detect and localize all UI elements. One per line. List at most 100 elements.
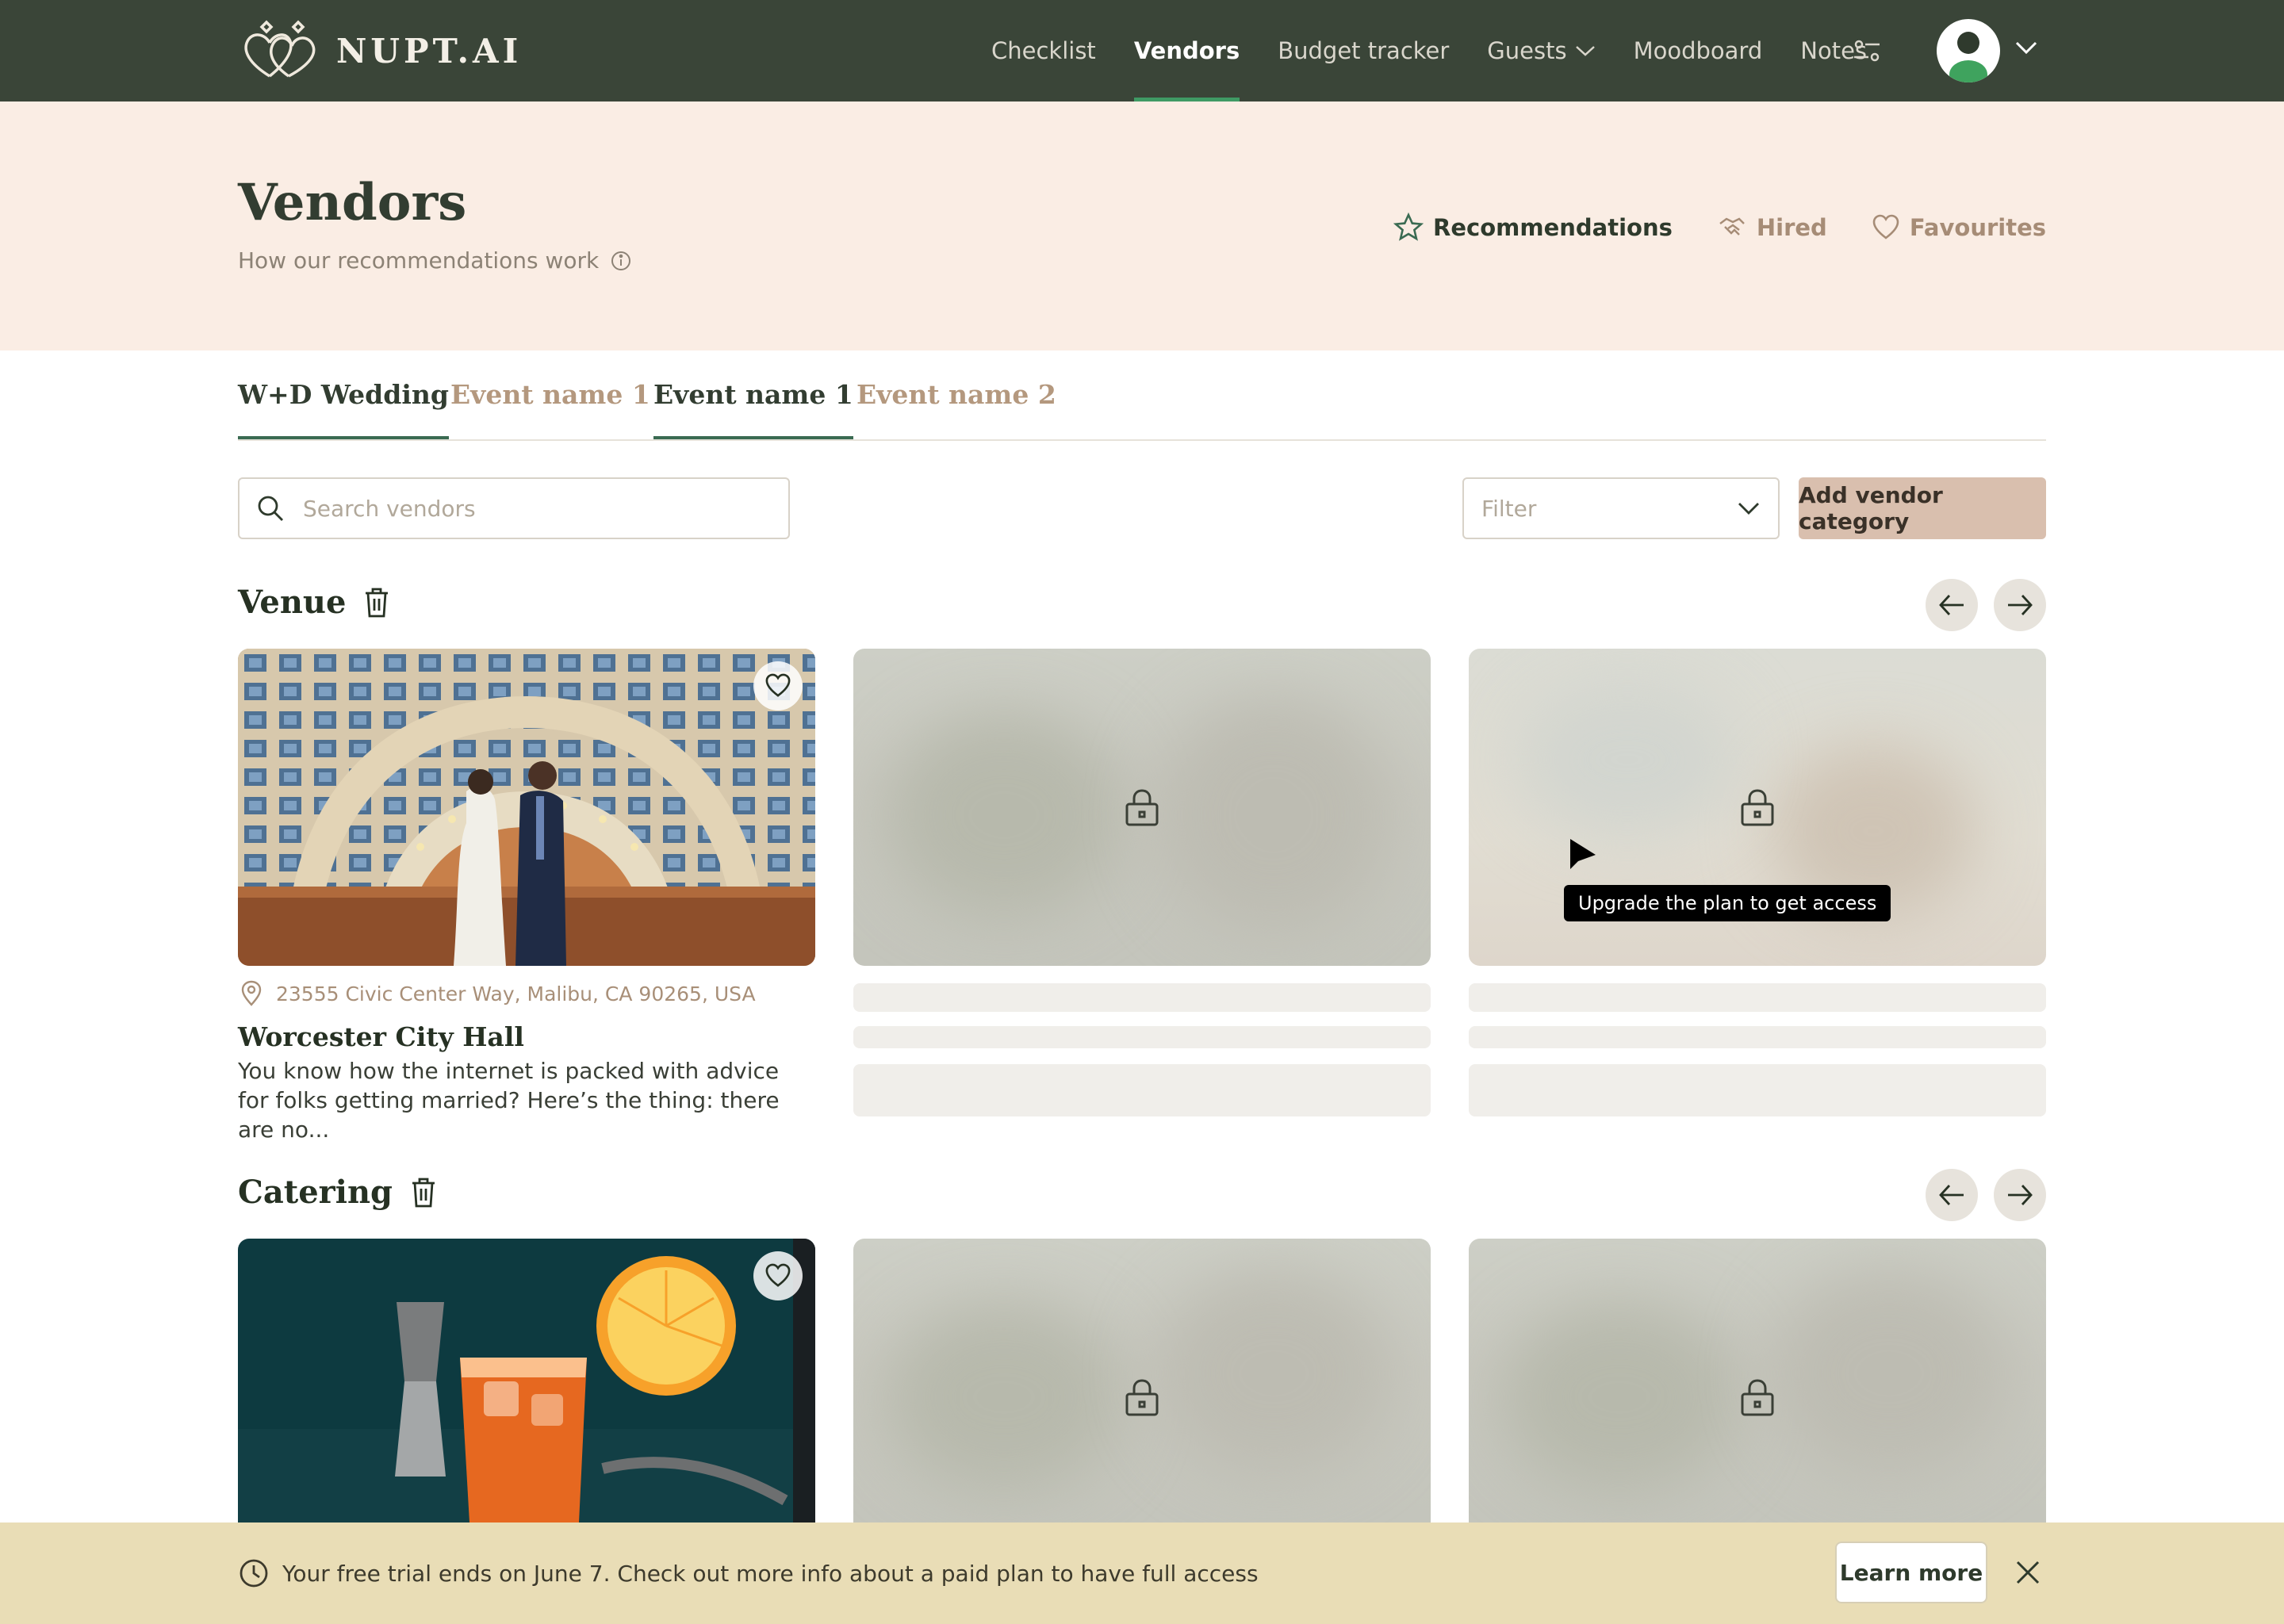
page-header: Vendors How our recommendations work Rec… [0, 102, 2284, 350]
skeleton-line [853, 983, 1431, 1012]
learn-more-button[interactable]: Learn more [1835, 1542, 1987, 1603]
hired-link[interactable]: Hired [1717, 213, 1827, 243]
address-text: 23555 Civic Center Way, Malibu, CA 90265… [276, 982, 756, 1005]
tab-wd-wedding[interactable]: W+D Wedding [238, 379, 449, 439]
banner-message: Your free trial ends on June 7. Check ou… [238, 1557, 1259, 1589]
vendor-description: You know how the internet is packed with… [238, 1058, 780, 1143]
arrow-left-icon [1939, 595, 1964, 615]
recommendations-info-link[interactable]: How our recommendations work [238, 247, 632, 274]
link-label: Hired [1756, 214, 1827, 241]
favourites-link[interactable]: Favourites [1872, 213, 2046, 243]
blurred-photo-shape [885, 712, 1123, 918]
chevron-down-icon [1575, 46, 1595, 56]
chevron-down-icon [1738, 503, 1759, 515]
skeleton-line [1469, 983, 2046, 1012]
vendor-card-image[interactable] [238, 1239, 815, 1522]
blurred-photo-shape [885, 1302, 1123, 1492]
section-title-text: Catering [238, 1174, 393, 1211]
arrow-left-icon [1939, 1185, 1964, 1205]
lock-icon [1741, 789, 1774, 826]
banner-text: Your free trial ends on June 7. Check ou… [282, 1560, 1259, 1587]
arrow-right-icon [2008, 1185, 2033, 1205]
heart-icon [765, 1263, 791, 1287]
skeleton-line [853, 1026, 1431, 1048]
handshake-icon [1719, 217, 1745, 236]
page-title: Vendors [238, 173, 467, 232]
blurred-photo-shape [1516, 680, 1738, 839]
user-avatar[interactable] [1937, 19, 2000, 82]
event-tabs: W+D Wedding Event name 1 Event name 1 Ev… [238, 350, 2046, 441]
heart-icon [1872, 214, 1899, 239]
lock-icon [1125, 1379, 1159, 1416]
section-title-text: Venue [238, 584, 347, 621]
search-box [238, 477, 790, 539]
subtitle-text: How our recommendations work [238, 247, 600, 274]
tab-event-name-1-selected[interactable]: Event name 1 [653, 379, 853, 439]
upgrade-tooltip: Upgrade the plan to get access [1564, 885, 1891, 921]
free-trial-banner: Your free trial ends on June 7. Check ou… [0, 1522, 2284, 1624]
star-icon [1393, 213, 1424, 241]
catering-next-button[interactable] [1994, 1169, 2046, 1221]
recommendations-link[interactable]: Recommendations [1393, 213, 1673, 243]
tab-event-name-1[interactable]: Event name 1 [450, 379, 650, 439]
blurred-photo-shape [1155, 1270, 1393, 1477]
top-navigation-bar: NUPT.AI Checklist Vendors Budget tracker… [0, 0, 2284, 102]
trash-icon[interactable] [410, 1177, 437, 1208]
filter-select[interactable]: Filter [1462, 477, 1780, 539]
nav-label: Guests [1487, 37, 1567, 64]
close-icon[interactable] [2013, 1557, 2043, 1588]
city-hall-photo [238, 649, 815, 966]
add-vendor-category-button[interactable]: Add vendor category [1799, 477, 2046, 539]
vendor-name[interactable]: Worcester City Hall [238, 1021, 524, 1052]
link-label: Recommendations [1433, 214, 1673, 241]
nav-item-vendors[interactable]: Vendors [1133, 0, 1240, 102]
filter-placeholder: Filter [1481, 495, 1537, 522]
nav-item-checklist[interactable]: Checklist [991, 0, 1096, 102]
app-logo[interactable]: NUPT.AI [238, 17, 522, 84]
venue-next-button[interactable] [1994, 579, 2046, 631]
trash-icon[interactable] [363, 587, 390, 619]
sliders-icon[interactable] [1851, 35, 1883, 67]
main-nav: Checklist Vendors Budget tracker Guests … [991, 0, 1905, 102]
nav-label: Vendors [1133, 37, 1240, 64]
lock-icon [1125, 789, 1159, 826]
blurred-photo-shape [1770, 1270, 2008, 1477]
heart-icon [765, 673, 791, 697]
favourite-button[interactable] [753, 661, 803, 710]
mouse-cursor-icon [1570, 839, 1596, 869]
nav-label: Budget tracker [1278, 37, 1450, 64]
section-venue-title: Venue [238, 584, 390, 621]
search-icon [258, 496, 283, 521]
skeleton-block [853, 1064, 1431, 1116]
cocktail-photo [238, 1239, 815, 1522]
app-name: NUPT.AI [336, 31, 523, 71]
section-catering-title: Catering [238, 1174, 437, 1211]
chevron-down-icon[interactable] [2014, 40, 2038, 56]
search-input[interactable] [301, 494, 749, 523]
locked-vendor-card[interactable] [1469, 1239, 2046, 1522]
nav-label: Moodboard [1633, 37, 1763, 64]
vendor-address: 23555 Civic Center Way, Malibu, CA 90265… [238, 980, 756, 1007]
nav-item-moodboard[interactable]: Moodboard [1634, 0, 1763, 102]
location-pin-icon [241, 980, 262, 1006]
locked-vendor-card[interactable] [853, 649, 1431, 966]
link-label: Favourites [1909, 214, 2046, 241]
venue-prev-button[interactable] [1926, 579, 1978, 631]
blurred-photo-shape [1500, 1302, 1738, 1492]
info-icon [611, 251, 631, 270]
vendor-card-image[interactable] [238, 649, 815, 966]
lock-icon [1741, 1379, 1774, 1416]
rings-logo-icon [244, 20, 316, 78]
nav-label: Checklist [991, 37, 1096, 64]
nav-item-budget-tracker[interactable]: Budget tracker [1278, 0, 1449, 102]
catering-prev-button[interactable] [1926, 1169, 1978, 1221]
arrow-right-icon [2008, 595, 2033, 615]
favourite-button[interactable] [753, 1251, 803, 1300]
tab-event-name-2[interactable]: Event name 2 [856, 379, 1056, 439]
nav-item-guests[interactable]: Guests [1487, 0, 1595, 102]
skeleton-block [1469, 1064, 2046, 1116]
clock-icon [240, 1559, 268, 1588]
blurred-photo-shape [1155, 696, 1393, 934]
skeleton-line [1469, 1026, 2046, 1048]
locked-vendor-card[interactable] [853, 1239, 1431, 1522]
